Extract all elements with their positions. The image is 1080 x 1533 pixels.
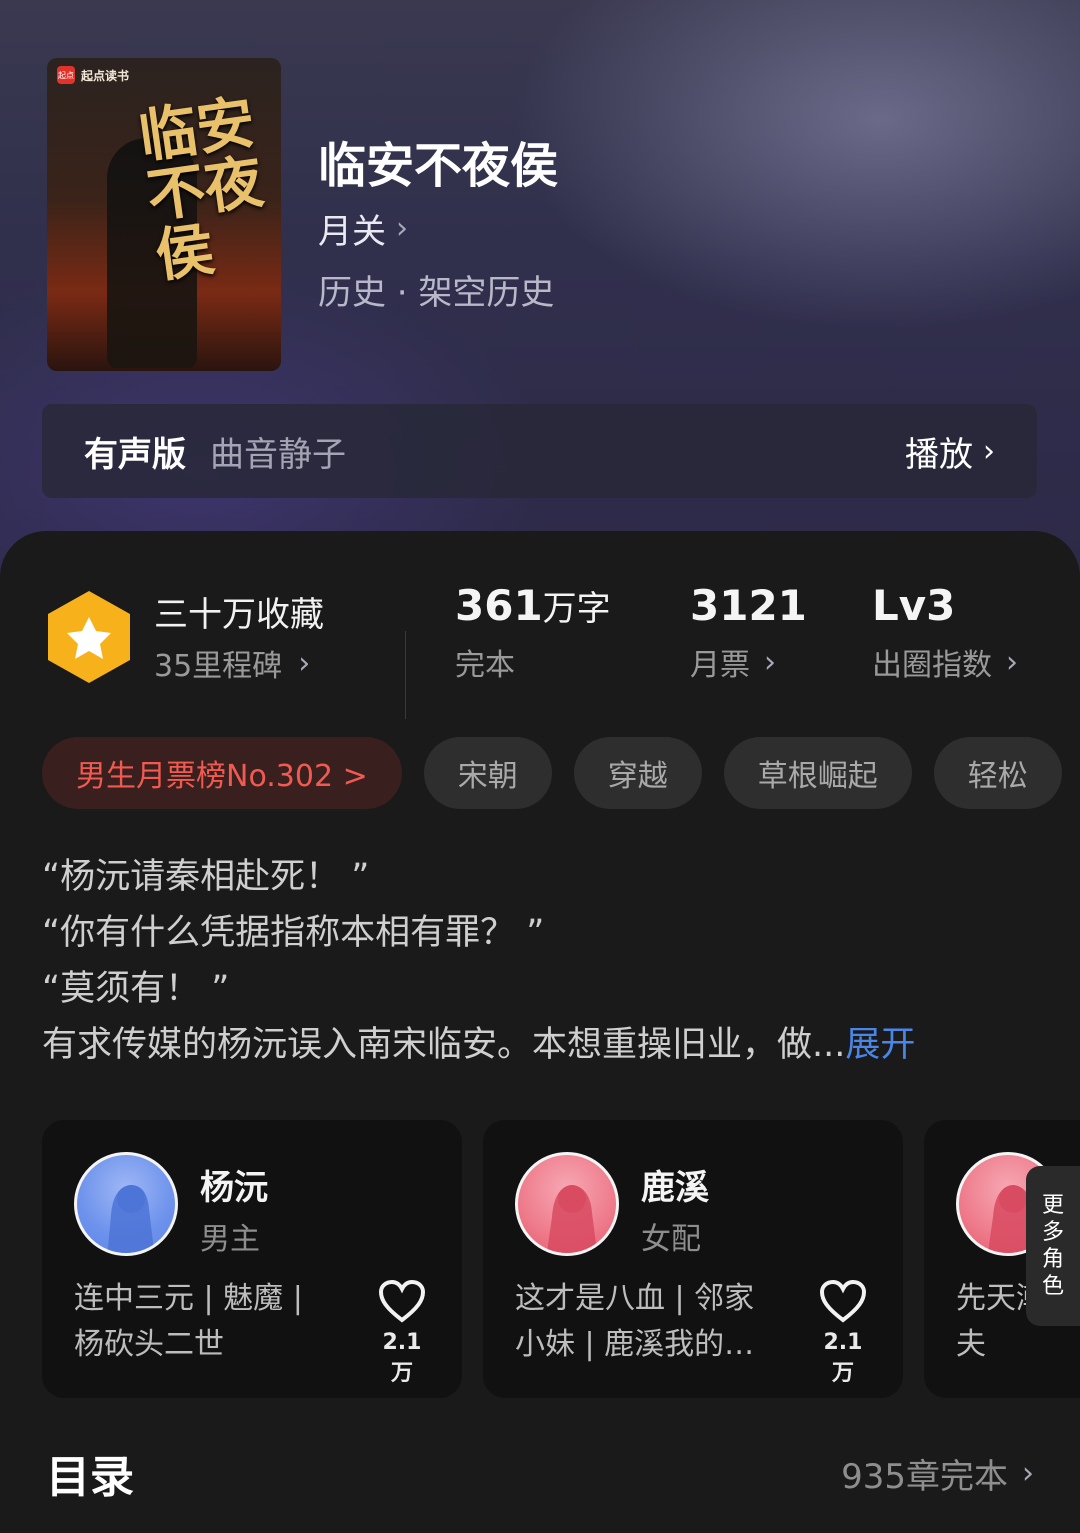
qidian-logo-icon: 起点 <box>57 66 75 84</box>
stats-row: 三十万收藏 35里程碑 › 361万字 完本 3121 月票 › Lv3 出圈指数… <box>0 581 1080 719</box>
chevron-right-icon: › <box>764 644 776 680</box>
stats-divider <box>405 631 406 719</box>
toc-chapter-count: 935章完本 <box>841 1457 1008 1497</box>
like-count: 2.1万 <box>382 1330 422 1386</box>
character-role: 女配 <box>641 1222 701 1257</box>
heart-icon <box>378 1279 426 1323</box>
character-carousel[interactable]: 杨沅 男主 连中三元 | 魅魔 | 杨砍头二世 2.1万 鹿溪 女配 这才是八血… <box>42 1120 1080 1398</box>
book-detail-panel: 三十万收藏 35里程碑 › 361万字 完本 3121 月票 › Lv3 出圈指数… <box>0 531 1080 1533</box>
monthly-votes-stat[interactable]: 3121 月票 › <box>690 581 807 684</box>
favorites-count: 三十万收藏 <box>154 595 324 635</box>
popularity-index-stat[interactable]: Lv3 出圈指数 › <box>872 581 1018 684</box>
chevron-right-icon: › <box>983 433 995 469</box>
character-description: 连中三元 | 魅魔 | 杨砍头二世 <box>74 1281 303 1362</box>
author-link[interactable]: 月关 › <box>318 204 408 253</box>
tag-item[interactable]: 穿越 <box>573 737 702 809</box>
character-role: 男主 <box>200 1222 260 1257</box>
character-name: 鹿溪 <box>641 1168 709 1208</box>
word-count-value: 361 <box>455 581 543 630</box>
cover-brand: 起点 起点读书 <box>57 66 129 84</box>
word-count-unit: 万字 <box>542 589 611 629</box>
milestones-label: 35里程碑 <box>154 649 283 684</box>
monthly-votes-label: 月票 <box>690 648 750 683</box>
synopsis-line: “莫须有！ ” <box>42 969 230 1009</box>
level-label: 出圈指数 <box>872 648 992 683</box>
cover-title-art: 临安不夜侯 <box>134 87 268 291</box>
synopsis-line: 有求传媒的杨沅误入南宋临安。本想重操旧业，做... <box>42 1025 846 1065</box>
character-card[interactable]: 杨沅 男主 连中三元 | 魅魔 | 杨砍头二世 2.1万 <box>42 1120 462 1398</box>
tag-item[interactable]: 轻松 <box>933 737 1062 809</box>
book-genre: 历史 · 架空历史 <box>318 273 555 313</box>
synopsis-line: “你有什么凭据指称本相有罪？ ” <box>42 913 545 953</box>
like-button[interactable]: 2.1万 <box>374 1279 430 1387</box>
tag-item[interactable]: 宋朝 <box>423 737 552 809</box>
chevron-right-icon: › <box>1006 644 1018 680</box>
book-title: 临安不夜侯 <box>318 138 559 194</box>
toc-link[interactable]: 935章完本 › <box>841 1449 1034 1498</box>
tag-list: 男生月票榜No.302 > 宋朝 穿越 草根崛起 轻松 <box>42 737 1062 809</box>
favorite-badge-icon <box>48 591 130 683</box>
play-label: 播放 <box>905 434 973 475</box>
chevron-right-icon: › <box>1022 1456 1034 1491</box>
level-value: Lv3 <box>872 581 956 630</box>
toc-title: 目录 <box>46 1452 134 1503</box>
rank-tag[interactable]: 男生月票榜No.302 > <box>42 737 402 809</box>
character-description: 这才是八血 | 邻家小妹 | 鹿溪我的… <box>515 1281 755 1362</box>
chevron-right-icon: › <box>396 211 408 246</box>
author-name: 月关 <box>318 212 386 252</box>
character-avatar <box>515 1152 619 1256</box>
tag-item[interactable]: 草根崛起 <box>723 737 912 809</box>
like-button[interactable]: 2.1万 <box>815 1279 871 1387</box>
audio-label: 有声版 <box>84 434 186 475</box>
audio-version-bar[interactable]: 有声版 曲音静子 播放 › <box>42 404 1037 498</box>
word-count-label: 完本 <box>455 648 515 683</box>
audio-narrator: 曲音静子 <box>210 434 346 475</box>
cover-brand-text: 起点读书 <box>81 68 130 83</box>
character-card[interactable]: 鹿溪 女配 这才是八血 | 邻家小妹 | 鹿溪我的… 2.1万 <box>483 1120 903 1398</box>
synopsis[interactable]: “杨沅请秦相赴死！ ” “你有什么凭据指称本相有罪？ ” “莫须有！ ” 有求传… <box>42 849 1042 1073</box>
heart-icon <box>819 1279 867 1323</box>
monthly-votes-value: 3121 <box>690 581 807 630</box>
word-count-stat: 361万字 完本 <box>455 581 611 684</box>
milestones-link[interactable]: 35里程碑 › <box>154 641 310 685</box>
synopsis-line: “杨沅请秦相赴死！ ” <box>42 857 370 897</box>
book-header: 起点 起点读书 临安不夜侯 临安不夜侯 月关 › 历史 · 架空历史 有声版 曲… <box>0 0 1080 580</box>
like-count: 2.1万 <box>823 1330 863 1386</box>
character-avatar <box>74 1152 178 1256</box>
chevron-right-icon: › <box>298 645 311 681</box>
more-roles-button[interactable]: 更多角色 <box>1026 1166 1080 1326</box>
expand-link[interactable]: 展开 <box>845 1025 915 1065</box>
audio-play-button[interactable]: 播放 › <box>905 427 995 476</box>
character-name: 杨沅 <box>200 1168 268 1208</box>
book-cover[interactable]: 起点 起点读书 临安不夜侯 <box>47 58 281 371</box>
